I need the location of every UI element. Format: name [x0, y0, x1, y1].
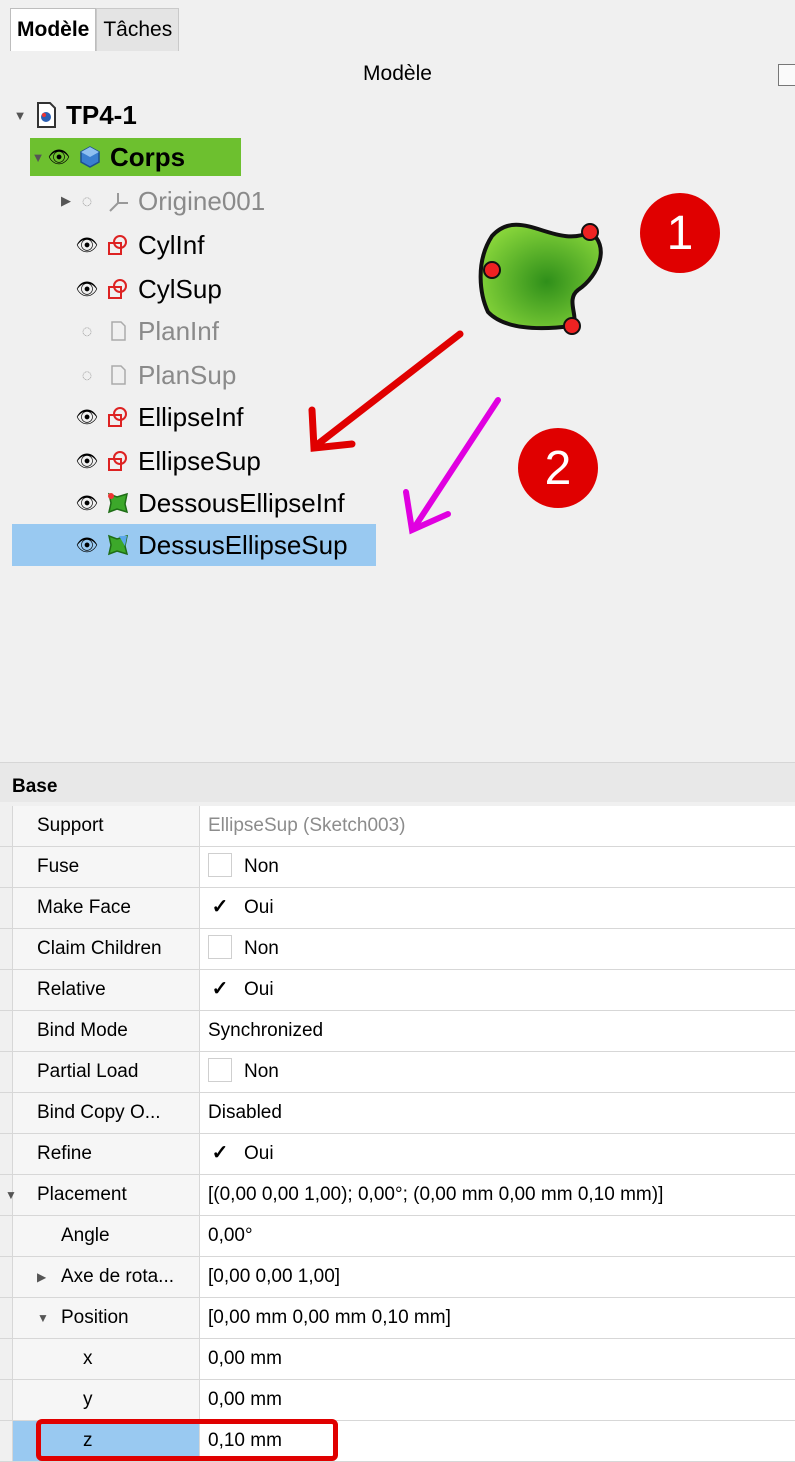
property-value[interactable]: ✓ Oui [200, 970, 795, 1010]
checkbox-label: Oui [244, 1143, 274, 1164]
property-row-axis[interactable]: ▶ Axe de rota... [0,00 0,00 1,00] [0, 1257, 795, 1298]
checkbox-checked[interactable]: ✓ [208, 976, 232, 1001]
property-name: Axe de rota... [61, 1266, 175, 1287]
checkbox-label: Non [244, 938, 279, 959]
property-row-claim-children[interactable]: Claim Children Non [0, 929, 795, 970]
property-value[interactable]: [0,00 0,00 1,00] [200, 1257, 795, 1297]
property-value[interactable]: Non [200, 847, 795, 887]
checkbox-unchecked[interactable] [208, 935, 232, 960]
sketch-shape-icon [478, 222, 603, 335]
property-value[interactable]: Synchronized [200, 1011, 795, 1051]
property-name: Relative [37, 979, 106, 1000]
property-row-y[interactable]: y 0,00 mm [0, 1380, 795, 1421]
property-value[interactable]: ✓ Oui [200, 888, 795, 928]
property-row-x[interactable]: x 0,00 mm [0, 1339, 795, 1380]
property-name: Position [61, 1307, 129, 1328]
property-name: Bind Mode [37, 1020, 128, 1041]
checkbox-label: Oui [244, 897, 274, 918]
property-value[interactable]: Non [200, 1052, 795, 1092]
property-value[interactable]: [(0,00 0,00 1,00); 0,00°; (0,00 mm 0,00 … [200, 1175, 795, 1215]
property-value[interactable]: ✓ Oui [200, 1134, 795, 1174]
property-value[interactable]: 0,00 mm [200, 1380, 795, 1420]
property-name: Placement [37, 1184, 127, 1205]
property-row-partial-load[interactable]: Partial Load Non [0, 1052, 795, 1093]
checkbox-checked[interactable]: ✓ [208, 1140, 232, 1165]
property-name: Fuse [37, 856, 80, 877]
expand-arrow-icon[interactable]: ▶ [37, 1257, 46, 1297]
property-editor: Base Support EllipseSup (Sketch003) Fuse… [0, 762, 795, 1462]
property-name: Make Face [37, 897, 131, 918]
arrow-magenta [403, 397, 501, 535]
property-row-refine[interactable]: Refine ✓ Oui [0, 1134, 795, 1175]
property-name: y [83, 1389, 93, 1410]
collapse-arrow-icon[interactable]: ▼ [5, 1175, 17, 1215]
highlight-box-z [36, 1419, 338, 1461]
checkbox-label: Oui [244, 979, 274, 1000]
property-row-relative[interactable]: Relative ✓ Oui [0, 970, 795, 1011]
property-row-fuse[interactable]: Fuse Non [0, 847, 795, 888]
checkbox-checked[interactable]: ✓ [208, 894, 232, 919]
property-name: Support [37, 815, 104, 836]
property-value[interactable]: Non [200, 929, 795, 969]
callout-badge-1: 1 [640, 193, 720, 273]
property-name: Claim Children [37, 938, 162, 959]
property-value[interactable]: EllipseSup (Sketch003) [200, 806, 795, 846]
checkbox-unchecked[interactable] [208, 1058, 232, 1083]
arrow-red-1 [308, 330, 464, 452]
property-value[interactable]: Disabled [200, 1093, 795, 1133]
property-row-bind-mode[interactable]: Bind Mode Synchronized [0, 1011, 795, 1052]
property-row-support[interactable]: Support EllipseSup (Sketch003) [0, 806, 795, 847]
property-name: Partial Load [37, 1061, 139, 1082]
checkbox-label: Non [244, 856, 279, 877]
checkbox-label: Non [244, 1061, 279, 1082]
callout-badge-2: 2 [518, 428, 598, 508]
checkbox-unchecked[interactable] [208, 853, 232, 878]
property-name: x [83, 1348, 93, 1369]
property-row-placement[interactable]: ▼ Placement [(0,00 0,00 1,00); 0,00°; (0,… [0, 1175, 795, 1216]
property-name: Angle [61, 1225, 110, 1246]
collapse-arrow-icon[interactable]: ▼ [37, 1298, 49, 1338]
property-group-base: Base [0, 762, 795, 802]
property-row-bind-copy[interactable]: Bind Copy O... Disabled [0, 1093, 795, 1134]
property-value[interactable]: [0,00 mm 0,00 mm 0,10 mm] [200, 1298, 795, 1338]
property-row-position[interactable]: ▼ Position [0,00 mm 0,00 mm 0,10 mm] [0, 1298, 795, 1339]
property-value[interactable]: 0,00 mm [200, 1339, 795, 1379]
property-name: Refine [37, 1143, 92, 1164]
property-row-make-face[interactable]: Make Face ✓ Oui [0, 888, 795, 929]
property-value[interactable]: 0,00° [200, 1216, 795, 1256]
property-name: Bind Copy O... [37, 1102, 161, 1123]
property-row-angle[interactable]: Angle 0,00° [0, 1216, 795, 1257]
